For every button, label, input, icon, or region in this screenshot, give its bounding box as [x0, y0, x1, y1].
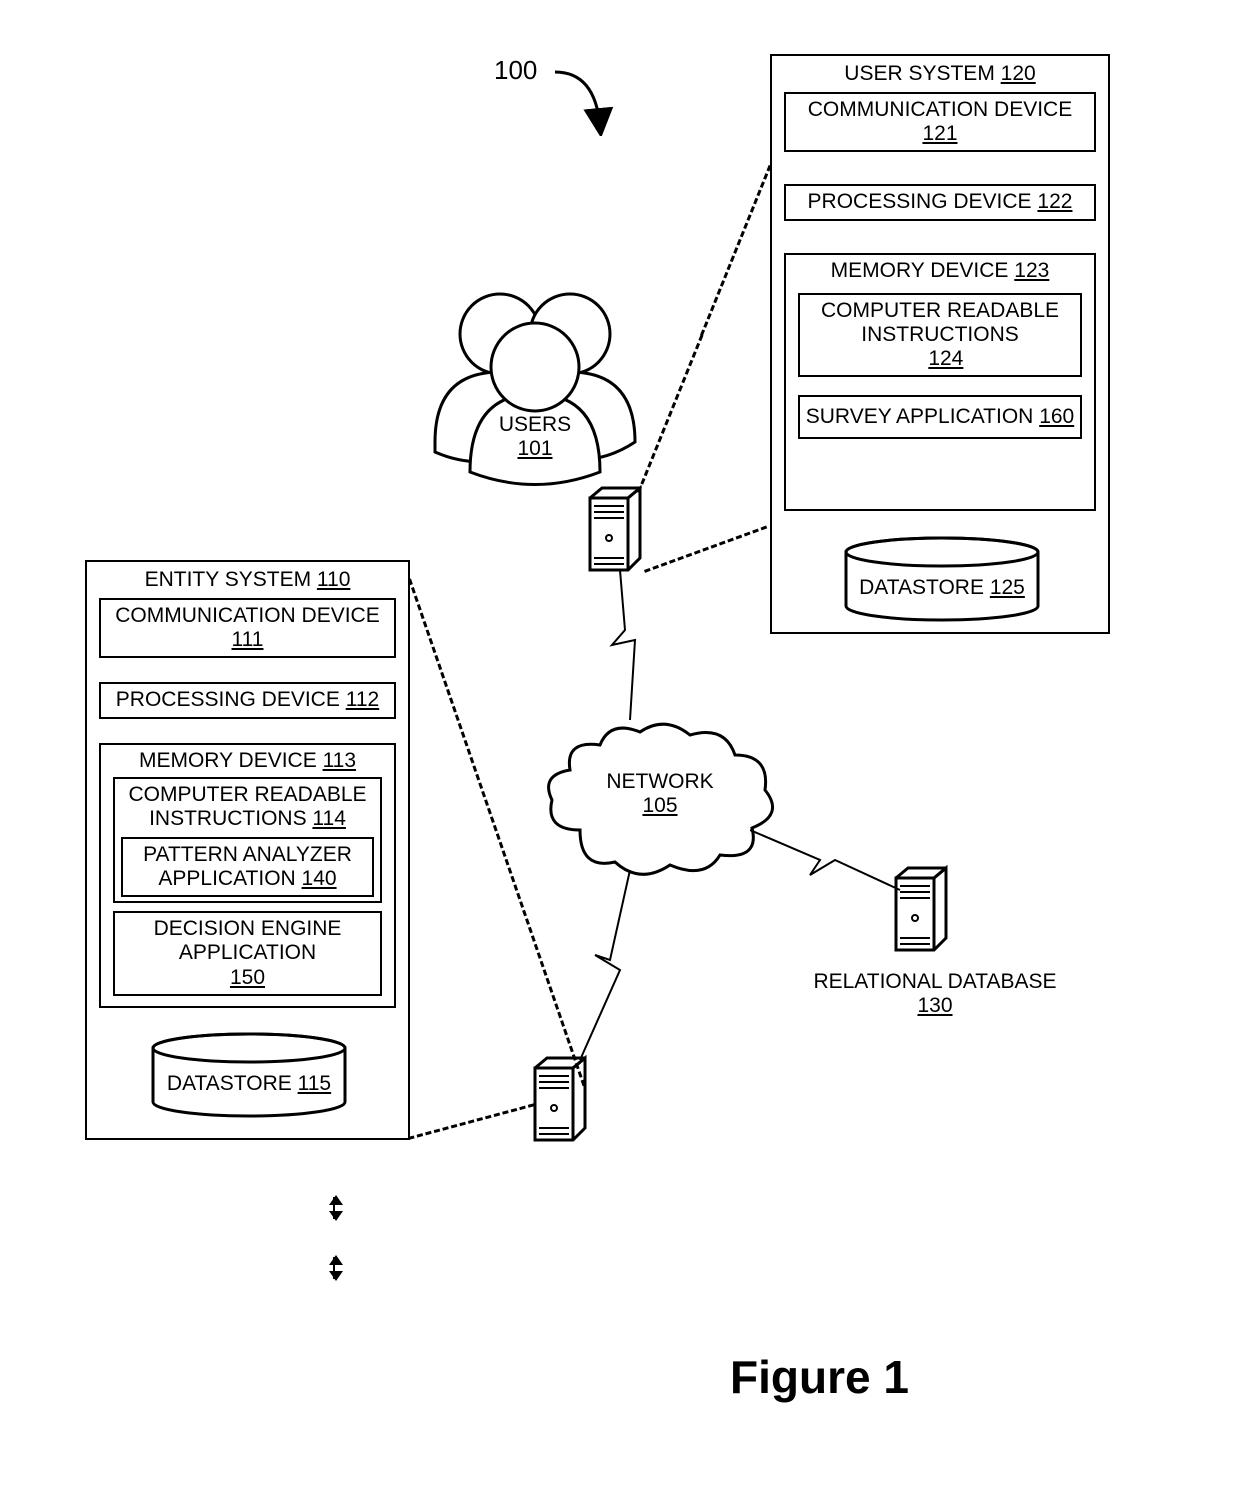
user-system-box: USER SYSTEM 120 COMMUNICATION DEVICE 121… [770, 54, 1110, 634]
user-system-title: USER SYSTEM 120 [772, 62, 1108, 86]
dashed-leader-entity-bottom [408, 1103, 534, 1140]
entity-ds-text: DATASTORE [167, 1072, 292, 1095]
network-link-bottom [570, 870, 660, 1070]
double-arrow-icon [333, 1197, 335, 1219]
user-cri-box: COMPUTER READABLE INSTRUCTIONS 124 [798, 293, 1082, 377]
entity-ds-num: 115 [298, 1072, 331, 1095]
entity-comm-num: 111 [232, 628, 264, 651]
entity-datastore-icon: DATASTORE 115 [149, 1032, 349, 1120]
user-comm-text: COMMUNICATION DEVICE [808, 98, 1072, 121]
network-link-right [750, 820, 910, 910]
users-label: USERS 101 [473, 413, 597, 461]
network-label-text: NETWORK [606, 770, 713, 793]
user-proc-text: PROCESSING DEVICE [808, 190, 1032, 213]
user-cri-text: COMPUTER READABLE INSTRUCTIONS [821, 299, 1059, 346]
user-survey-app: SURVEY APPLICATION 160 [798, 395, 1082, 439]
network-label: NETWORK 105 [590, 770, 730, 818]
entity-proc-device: PROCESSING DEVICE 112 [99, 682, 396, 718]
dashed-leader-user-bottom [644, 526, 767, 573]
entity-cri-num: 114 [312, 807, 345, 830]
entity-mem-text: MEMORY DEVICE [139, 749, 317, 772]
user-mem-text: MEMORY DEVICE [831, 259, 1009, 282]
user-system-title-num: 120 [1001, 62, 1036, 85]
entity-proc-text: PROCESSING DEVICE [116, 688, 340, 711]
entity-pa-num: 140 [302, 867, 337, 890]
user-comm-device: COMMUNICATION DEVICE 121 [784, 92, 1096, 152]
entity-mem-num: 113 [323, 749, 356, 772]
figure-caption: Figure 1 [730, 1350, 909, 1404]
user-cri-num-prefix [917, 347, 923, 370]
users-label-text: USERS [499, 413, 571, 436]
entity-pattern-analyzer: PATTERN ANALYZER APPLICATION 140 [121, 837, 374, 897]
entity-comm-text: COMMUNICATION DEVICE [115, 604, 379, 627]
entity-decision-engine: DECISION ENGINE APPLICATION 150 [113, 911, 382, 995]
user-sa-num: 160 [1039, 405, 1074, 428]
entity-memory-device: MEMORY DEVICE 113 COMPUTER READABLE INST… [99, 743, 396, 1008]
double-arrow-icon [333, 1257, 335, 1279]
user-ds-num: 125 [990, 576, 1025, 599]
user-memory-device: MEMORY DEVICE 123 COMPUTER READABLE INST… [784, 253, 1096, 512]
user-mem-num: 123 [1014, 259, 1049, 282]
entity-de-num: 150 [230, 966, 265, 989]
entity-cri-box: COMPUTER READABLE INSTRUCTIONS 114 PATTE… [113, 777, 382, 904]
diagram-canvas: 100 USERS 101 [0, 0, 1240, 1493]
user-comm-num: 121 [922, 122, 957, 145]
user-proc-num: 122 [1037, 190, 1072, 213]
users-icon [420, 272, 650, 497]
relational-db-label: RELATIONAL DATABASE 130 [800, 970, 1070, 1018]
user-ds-text: DATASTORE [859, 576, 984, 599]
relational-db-label-num: 130 [917, 994, 952, 1017]
user-datastore-icon: DATASTORE 125 [842, 536, 1042, 624]
entity-system-box: ENTITY SYSTEM 110 COMMUNICATION DEVICE 1… [85, 560, 410, 1140]
entity-comm-device: COMMUNICATION DEVICE 111 [99, 598, 396, 658]
user-system-title-text: USER SYSTEM [844, 62, 995, 85]
user-proc-device: PROCESSING DEVICE 122 [784, 184, 1096, 220]
users-label-num: 101 [517, 437, 552, 460]
user-cri-num: 124 [928, 347, 963, 370]
entity-system-title-text: ENTITY SYSTEM [145, 568, 311, 591]
entity-proc-num: 112 [346, 688, 379, 711]
network-label-num: 105 [642, 794, 677, 817]
user-sa-text: SURVEY APPLICATION [806, 405, 1034, 428]
reference-arrow-icon [545, 66, 635, 136]
entity-system-title: ENTITY SYSTEM 110 [87, 568, 408, 592]
network-link-top [600, 570, 660, 730]
entity-system-title-num: 110 [317, 568, 350, 591]
entity-de-text: DECISION ENGINE APPLICATION [154, 917, 342, 964]
reference-number-100: 100 [494, 56, 537, 86]
relational-db-label-text: RELATIONAL DATABASE [813, 970, 1056, 993]
